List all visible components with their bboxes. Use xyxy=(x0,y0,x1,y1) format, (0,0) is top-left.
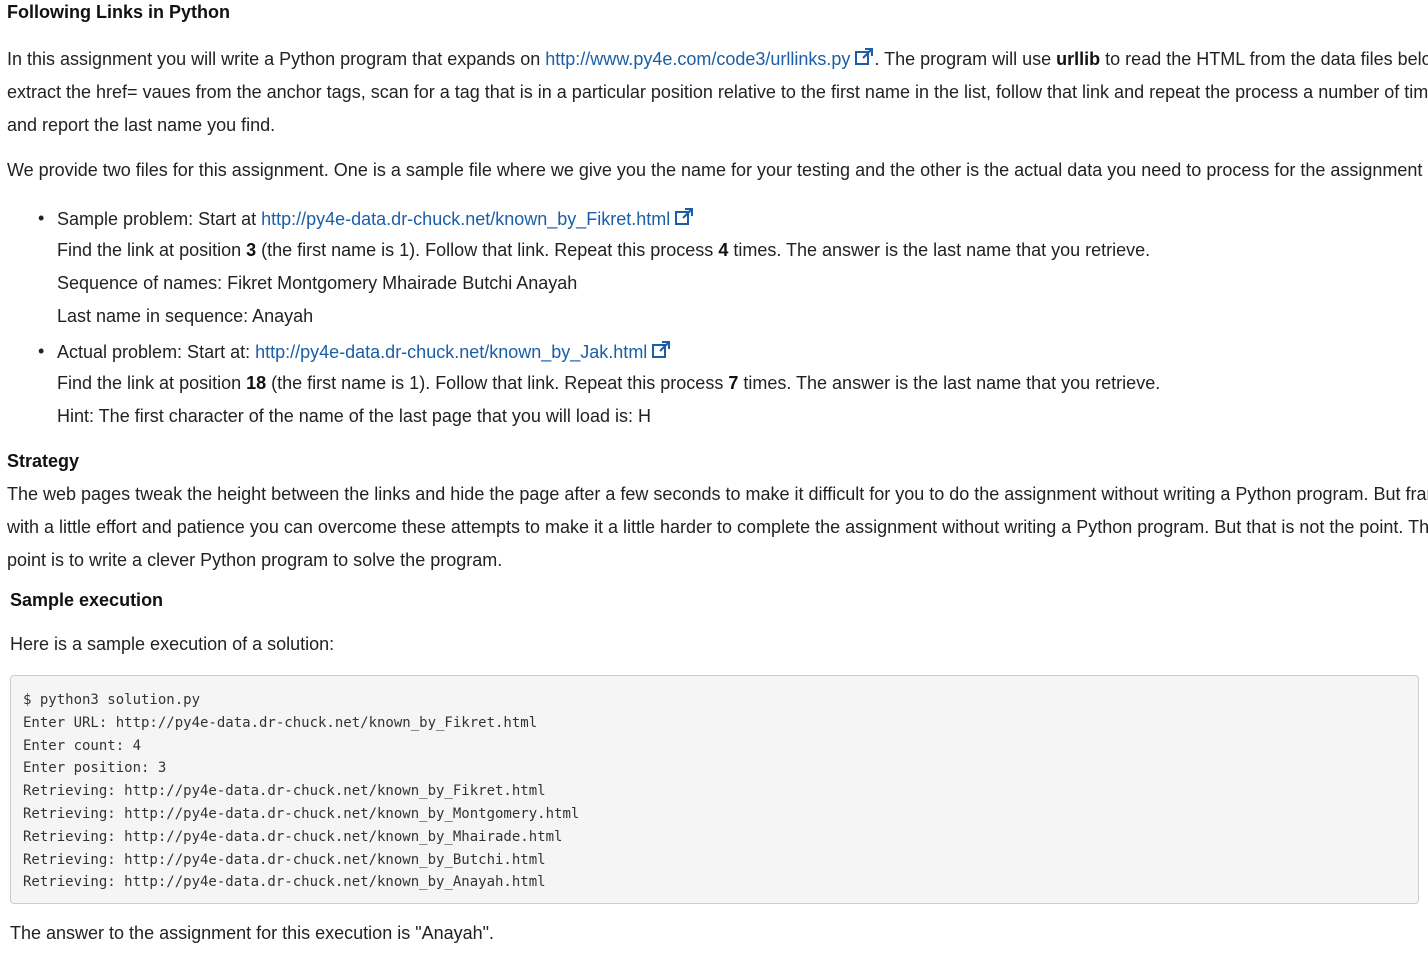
sample-answer: The answer to the assignment for this ex… xyxy=(10,923,495,943)
strategy-heading: Strategy xyxy=(7,451,80,471)
bullet-dot: • xyxy=(38,208,45,228)
intro-line-3: and report the last name you find. xyxy=(7,115,276,135)
sample-problem-link[interactable]: http://py4e-data.dr-chuck.net/known_by_F… xyxy=(261,209,670,229)
strategy-line-1: The web pages tweak the height between t… xyxy=(7,484,1428,504)
code-line: Enter position: 3 xyxy=(23,760,167,777)
urllinks-link[interactable]: http://www.py4e.com/code3/urllinks.py xyxy=(545,49,850,69)
strategy-line-2: with a little effort and patience you ca… xyxy=(7,517,1428,537)
intro-line-1: In this assignment you will write a Pyth… xyxy=(7,47,1428,69)
external-link-icon[interactable] xyxy=(854,47,874,67)
sample-execution-intro: Here is a sample execution of a solution… xyxy=(10,634,335,654)
intro-line-2: extract the href= vaues from the anchor … xyxy=(7,82,1428,102)
sample-last-name: Last name in sequence: Anayah xyxy=(57,306,314,326)
actual-problem-link[interactable]: http://py4e-data.dr-chuck.net/known_by_J… xyxy=(255,342,647,362)
strategy-paragraph: The web pages tweak the height between t… xyxy=(7,478,1428,577)
sample-sequence: Sequence of names: Fikret Montgomery Mha… xyxy=(57,273,578,293)
actual-problem-instructions: Find the link at position 18 (the first … xyxy=(57,373,1161,393)
external-link-icon[interactable] xyxy=(674,207,694,227)
code-line: Retrieving: http://py4e-data.dr-chuck.ne… xyxy=(23,851,546,868)
code-line: Enter URL: http://py4e-data.dr-chuck.net… xyxy=(23,714,538,731)
sample-problem-line: Sample problem: Start at http://py4e-dat… xyxy=(57,207,694,230)
page-title: Following Links in Python xyxy=(7,2,230,22)
actual-problem-line: Actual problem: Start at: http://py4e-da… xyxy=(57,340,671,363)
external-link-icon[interactable] xyxy=(651,340,671,360)
strategy-line-3: point is to write a clever Python progra… xyxy=(7,550,503,570)
actual-hint: Hint: The first character of the name of… xyxy=(57,406,651,426)
sample-problem-instructions: Find the link at position 3 (the first n… xyxy=(57,240,1151,260)
code-line: Retrieving: http://py4e-data.dr-chuck.ne… xyxy=(23,874,546,891)
code-line: $ python3 solution.py xyxy=(23,692,201,708)
code-block: $ python3 solution.py Enter URL: http://… xyxy=(10,675,1419,904)
code-line: Enter count: 4 xyxy=(23,737,142,754)
code-line: Retrieving: http://py4e-data.dr-chuck.ne… xyxy=(23,805,580,822)
code-line: Retrieving: http://py4e-data.dr-chuck.ne… xyxy=(23,783,546,800)
code-line: Retrieving: http://py4e-data.dr-chuck.ne… xyxy=(23,828,563,845)
intro-paragraph: In this assignment you will write a Pyth… xyxy=(7,43,1428,142)
files-paragraph: We provide two files for this assignment… xyxy=(7,160,1423,180)
bullet-dot: • xyxy=(38,341,45,361)
sample-execution-heading: Sample execution xyxy=(10,590,164,610)
